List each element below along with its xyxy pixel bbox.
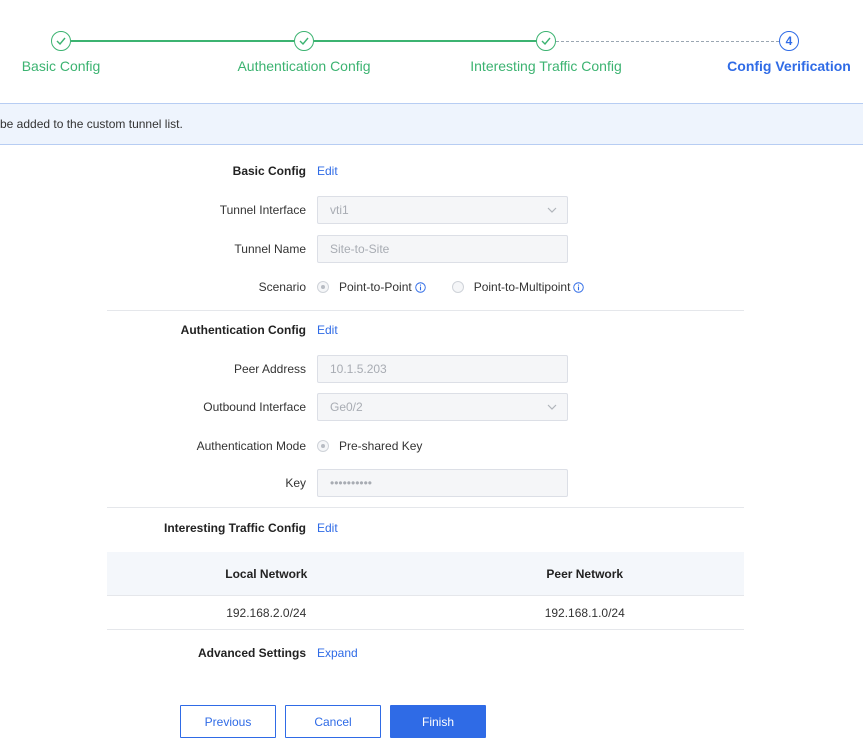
scenario-row: Scenario Point-to-Point Point-to-Multipo…	[0, 272, 863, 302]
step-connector-3	[556, 41, 779, 42]
basic-config-edit-link[interactable]: Edit	[317, 164, 338, 178]
cancel-button[interactable]: Cancel	[285, 705, 381, 738]
step-label-config-verification: Config Verification	[727, 58, 851, 74]
tunnel-interface-select[interactable]: vti1	[317, 196, 568, 224]
column-header-peer-network: Peer Network	[546, 566, 624, 581]
radio-label-point-to-point: Point-to-Point	[339, 280, 412, 294]
outbound-interface-select[interactable]: Ge0/2	[317, 393, 568, 421]
step-connector-1	[71, 40, 294, 42]
finish-button[interactable]: Finish	[390, 705, 486, 738]
advanced-settings-expand-link[interactable]: Expand	[317, 646, 358, 660]
section-title-interesting-traffic-config: Interesting Traffic Config	[163, 521, 306, 535]
scenario-radio-group: Point-to-Point Point-to-Multipoint	[317, 280, 585, 294]
network-table-header: Local Network Peer Network	[107, 552, 744, 596]
step-label-authentication-config: Authentication Config	[237, 58, 371, 74]
authentication-mode-radio-group: Pre-shared Key	[317, 439, 422, 453]
authentication-mode-row: Authentication Mode Pre-shared Key	[0, 431, 863, 461]
table-row: 192.168.2.0/24 192.168.1.0/24	[107, 596, 744, 630]
radio-pre-shared-key[interactable]	[317, 440, 329, 452]
radio-point-to-point[interactable]	[317, 281, 329, 293]
step-1-check-icon	[51, 31, 71, 51]
section-title-basic-config: Basic Config	[232, 164, 306, 178]
interesting-traffic-config-header: Interesting Traffic Config Edit	[0, 513, 863, 543]
step-2-check-icon	[294, 31, 314, 51]
authentication-mode-label: Authentication Mode	[196, 439, 306, 453]
peer-network-cell: 192.168.1.0/24	[544, 605, 625, 620]
basic-config-header: Basic Config Edit	[0, 156, 863, 186]
column-header-local-network: Local Network	[225, 566, 308, 581]
key-label: Key	[285, 476, 306, 490]
scenario-label: Scenario	[258, 280, 306, 294]
advanced-settings-row: Advanced Settings Expand	[0, 638, 863, 668]
interesting-traffic-config-edit-link[interactable]: Edit	[317, 521, 338, 535]
authentication-config-edit-link[interactable]: Edit	[317, 323, 338, 337]
chevron-down-icon	[547, 404, 557, 410]
key-row: Key ••••••••••	[0, 468, 863, 498]
section-title-advanced-settings: Advanced Settings	[197, 646, 306, 660]
local-network-cell: 192.168.2.0/24	[226, 605, 307, 620]
radio-label-point-to-multipoint: Point-to-Multipoint	[473, 280, 571, 294]
tunnel-name-row: Tunnel Name Site-to-Site	[0, 234, 863, 264]
info-icon[interactable]	[573, 281, 585, 293]
peer-address-input[interactable]: 10.1.5.203	[317, 355, 568, 383]
outbound-interface-value: Ge0/2	[330, 400, 363, 414]
tunnel-name-input[interactable]: Site-to-Site	[317, 235, 568, 263]
authentication-config-header: Authentication Config Edit	[0, 315, 863, 345]
section-divider	[107, 507, 744, 508]
step-3-check-icon	[536, 31, 556, 51]
peer-address-row: Peer Address 10.1.5.203	[0, 354, 863, 384]
key-password-input[interactable]: ••••••••••	[317, 469, 568, 497]
step-connector-2	[314, 40, 536, 42]
tunnel-interface-value: vti1	[330, 203, 349, 217]
info-icon[interactable]	[414, 281, 426, 293]
radio-label-pre-shared-key: Pre-shared Key	[339, 439, 423, 453]
section-divider	[107, 310, 744, 311]
info-banner: be added to the custom tunnel list.	[0, 103, 863, 145]
outbound-interface-label: Outbound Interface	[203, 400, 306, 414]
tunnel-name-label: Tunnel Name	[234, 242, 306, 256]
chevron-down-icon	[547, 207, 557, 213]
tunnel-interface-label: Tunnel Interface	[219, 203, 306, 217]
section-title-authentication-config: Authentication Config	[180, 323, 306, 337]
tunnel-interface-row: Tunnel Interface vti1	[0, 195, 863, 225]
wizard-stepper: 4 Basic Config Authentication Config Int…	[0, 0, 863, 100]
outbound-interface-row: Outbound Interface Ge0/2	[0, 392, 863, 422]
previous-button[interactable]: Previous	[180, 705, 276, 738]
step-label-interesting-traffic-config: Interesting Traffic Config	[470, 58, 622, 74]
radio-point-to-multipoint[interactable]	[451, 281, 464, 293]
step-label-basic-config: Basic Config	[21, 58, 101, 74]
peer-address-label: Peer Address	[233, 362, 306, 376]
step-4-number: 4	[779, 31, 799, 51]
